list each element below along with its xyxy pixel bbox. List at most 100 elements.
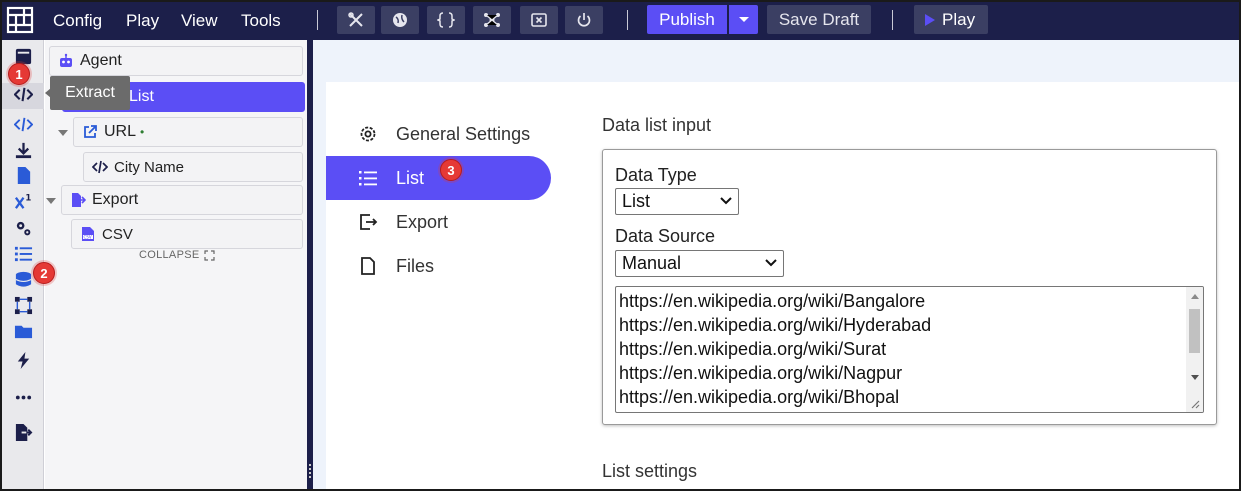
subnav-general-settings[interactable]: General Settings xyxy=(326,112,551,156)
csv-file-icon: CSV xyxy=(82,227,94,241)
robot-icon xyxy=(60,53,72,67)
more-icon[interactable] xyxy=(13,387,33,407)
data-list-input-title: Data list input xyxy=(602,115,712,135)
menu-config[interactable]: Config xyxy=(53,11,102,31)
tree-node-url-label: URL xyxy=(104,123,137,140)
data-type-select[interactable]: List xyxy=(615,188,739,215)
svg-text:CSV: CSV xyxy=(84,235,92,240)
chevron-down-icon xyxy=(738,16,749,22)
close-file-button[interactable] xyxy=(520,6,558,34)
network-button[interactable] xyxy=(473,6,511,34)
gear-icon xyxy=(360,126,376,142)
file-icon xyxy=(361,257,375,275)
code-icon xyxy=(92,160,108,174)
nodes-icon[interactable] xyxy=(13,295,33,315)
play-label: Play xyxy=(942,9,976,29)
scroll-down-icon[interactable] xyxy=(1191,375,1199,380)
menu-view[interactable]: View xyxy=(181,11,218,31)
tree-node-agent[interactable]: Agent xyxy=(49,46,303,76)
url-line: https://en.wikipedia.org/wiki/Nagpur xyxy=(619,363,903,383)
file-export-icon xyxy=(72,193,86,207)
list-icon xyxy=(359,171,377,186)
export-icon xyxy=(360,214,378,230)
stack-icon[interactable] xyxy=(13,269,33,289)
play-button[interactable]: Play xyxy=(914,5,988,34)
collapse-label: COLLAPSE xyxy=(139,249,200,261)
menu-play[interactable]: Play xyxy=(126,11,159,31)
code-icon[interactable] xyxy=(13,84,33,104)
data-source-label: Data Source xyxy=(615,226,716,246)
divider-grip[interactable] xyxy=(309,464,311,478)
cogs-icon[interactable] xyxy=(13,218,33,238)
url-line: https://en.wikipedia.org/wiki/Bhopal xyxy=(619,387,900,407)
url-line: https://en.wikipedia.org/wiki/Bangalore xyxy=(619,291,926,311)
url-line: https://en.wikipedia.org/wiki/Surat xyxy=(619,339,887,359)
tree-node-city-name[interactable]: City Name xyxy=(83,152,303,182)
bolt-icon[interactable] xyxy=(13,350,33,370)
scroll-up-icon[interactable] xyxy=(1191,294,1199,299)
scroll-thumb[interactable] xyxy=(1189,309,1200,353)
download-icon[interactable] xyxy=(13,140,33,160)
app-window: Config Play View Tools Publish Save Draf… xyxy=(0,0,1241,491)
resize-handle-icon[interactable] xyxy=(1191,400,1200,409)
globe-icon xyxy=(393,13,407,27)
publish-button[interactable]: Publish xyxy=(647,5,727,34)
subnav-export[interactable]: Export xyxy=(326,200,551,244)
braces-button[interactable] xyxy=(427,6,465,34)
tree-node-export-label: Export xyxy=(92,191,139,208)
network-icon xyxy=(484,13,500,27)
step-badge-1: 1 xyxy=(8,63,30,85)
tree-node-list-label: List xyxy=(129,88,154,105)
list-icon[interactable] xyxy=(13,243,33,263)
save-draft-button[interactable]: Save Draft xyxy=(767,5,871,34)
top-bar: Config Play View Tools Publish Save Draf… xyxy=(2,2,1239,40)
url-line: https://en.wikipedia.org/wiki/Hyderabad xyxy=(619,315,932,335)
toolbar-separator xyxy=(627,10,628,30)
data-source-select[interactable]: Manual xyxy=(615,250,784,277)
url-status-dot: • xyxy=(140,125,145,139)
code-small-icon[interactable] xyxy=(13,114,33,134)
file-icon[interactable] xyxy=(13,165,33,185)
data-type-value: List xyxy=(622,191,651,211)
toolbar-separator-2 xyxy=(892,10,893,30)
url-list-textarea[interactable]: https://en.wikipedia.org/wiki/Bangalore … xyxy=(615,286,1204,413)
subnav-list[interactable]: List xyxy=(326,156,551,200)
tree-node-csv[interactable]: CSV CSV xyxy=(71,219,303,249)
textarea-scrollbar[interactable] xyxy=(1186,287,1203,412)
power-button[interactable] xyxy=(565,6,603,34)
data-type-label: Data Type xyxy=(615,165,697,185)
close-file-icon xyxy=(531,13,547,27)
data-source-value: Manual xyxy=(622,253,682,273)
superscript-icon[interactable]: 1 xyxy=(13,191,33,211)
subnav-list-label: List xyxy=(396,167,425,188)
tree-node-csv-label: CSV xyxy=(102,225,133,243)
globe-button[interactable] xyxy=(381,6,419,34)
tree-node-url[interactable]: URL • xyxy=(73,117,303,147)
menu-tools[interactable]: Tools xyxy=(241,11,281,31)
caret-down-icon[interactable] xyxy=(58,128,68,138)
subnav-files[interactable]: Files xyxy=(326,244,551,288)
caret-down-icon[interactable] xyxy=(46,196,56,206)
braces-icon xyxy=(437,12,455,28)
power-icon xyxy=(577,13,591,27)
expand-corners-icon xyxy=(204,249,216,261)
chevron-down-icon xyxy=(720,197,732,205)
subnav-general-settings-label: General Settings xyxy=(396,123,531,144)
subnav-files-label: Files xyxy=(396,255,435,276)
tree-node-agent-label: Agent xyxy=(80,52,122,69)
publish-dropdown-button[interactable] xyxy=(729,5,758,34)
play-icon xyxy=(925,13,935,26)
step-badge-2: 2 xyxy=(33,262,55,284)
svg-text:1: 1 xyxy=(25,193,31,203)
tools-button[interactable] xyxy=(337,6,375,34)
chevron-down-icon xyxy=(765,259,777,267)
app-logo[interactable] xyxy=(6,6,34,34)
collapse-button[interactable]: COLLAPSE xyxy=(139,249,216,261)
tree-node-export[interactable]: Export xyxy=(61,185,303,215)
folder-icon[interactable] xyxy=(13,321,33,341)
export-icon[interactable] xyxy=(13,422,33,442)
list-settings-title: List settings xyxy=(602,461,698,481)
step-badge-3: 3 xyxy=(440,159,462,181)
extract-tooltip: Extract xyxy=(50,76,130,110)
tools-icon xyxy=(348,12,363,27)
